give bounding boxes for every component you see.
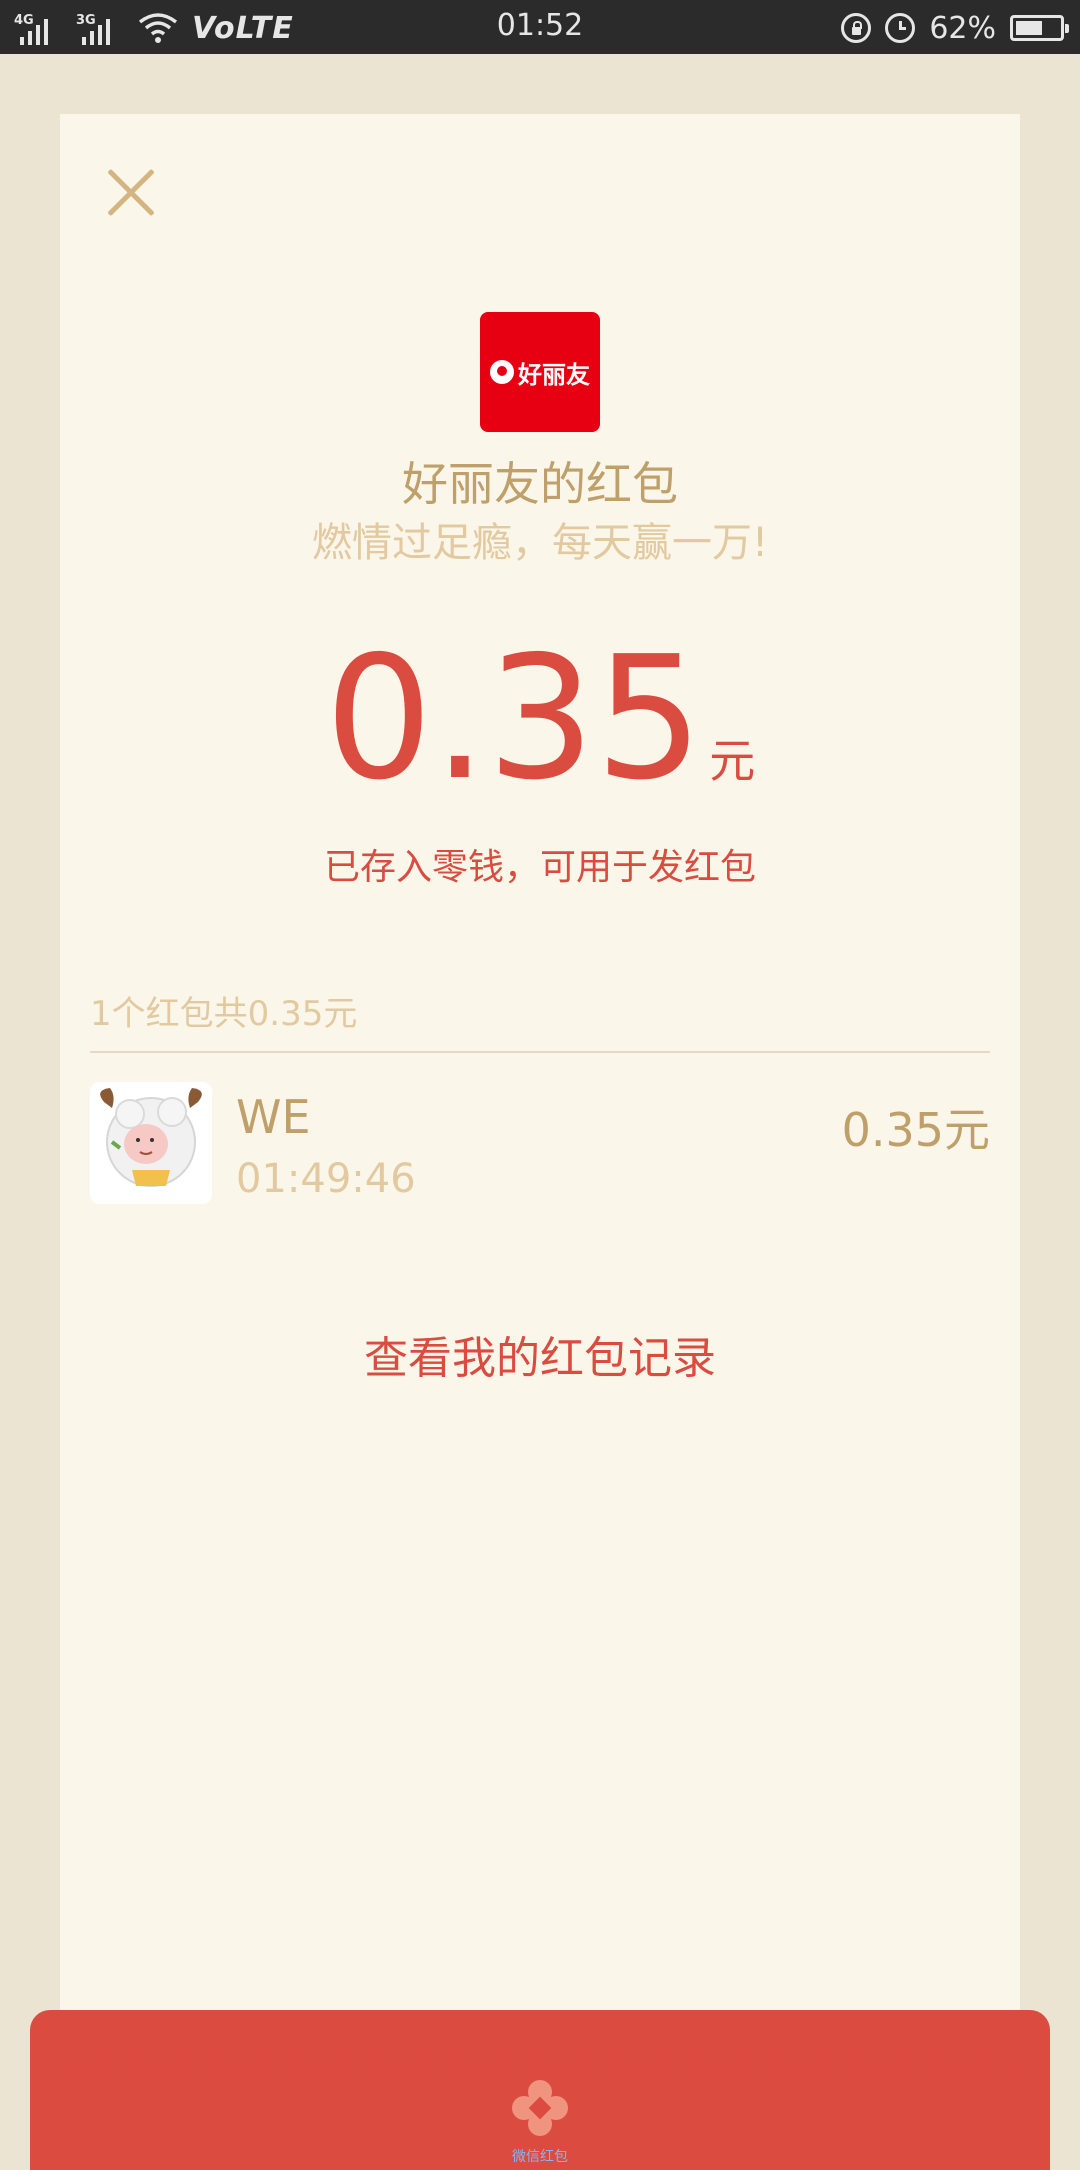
wish-text: 燃情过足瘾，每天赢一万! [311, 520, 769, 566]
battery-icon [1010, 15, 1069, 41]
status-right: 62% [841, 8, 1069, 48]
amount-display: 0.35 元 [60, 634, 1020, 804]
rotation-lock-icon [841, 13, 872, 43]
avatar[interactable] [90, 1082, 212, 1204]
record-amount: 0.35元 [841, 1103, 990, 1157]
stored-note-link[interactable]: 已存入零钱，可用于发红包 [60, 838, 1020, 890]
logo-mark-icon [490, 360, 514, 384]
close-icon[interactable] [96, 154, 176, 234]
sender-title: 好丽友的红包 [402, 457, 678, 511]
zigzag-edge [60, 2060, 1020, 2076]
status-bar: 4G 3G VoLTE 01:52 62% [0, 0, 1080, 54]
amount-value: 0.35 [324, 620, 704, 818]
alarm-icon [885, 13, 916, 43]
footer-label: 微信红包 [512, 2149, 568, 2165]
logo-text: 好丽友 [518, 360, 590, 389]
red-packet-card: 好丽友 好丽友的红包 燃情过足瘾，每天赢一万! 0.35 元 已存入零钱，可用于发… [60, 114, 1020, 2074]
packet-summary: 1个红包共0.35元 [90, 994, 358, 1034]
record-name: WE [236, 1090, 311, 1144]
divider [90, 1051, 990, 1053]
wechat-redpacket-icon [512, 2080, 568, 2136]
sender-logo: 好丽友 [480, 312, 600, 432]
amount-unit: 元 [709, 734, 756, 788]
record-time: 01:49:46 [236, 1156, 416, 1202]
list-item: WE 01:49:46 0.35元 [90, 1082, 990, 1212]
view-my-records-link[interactable]: 查看我的红包记录 [60, 1322, 1020, 1386]
battery-percent: 62% [929, 10, 996, 46]
